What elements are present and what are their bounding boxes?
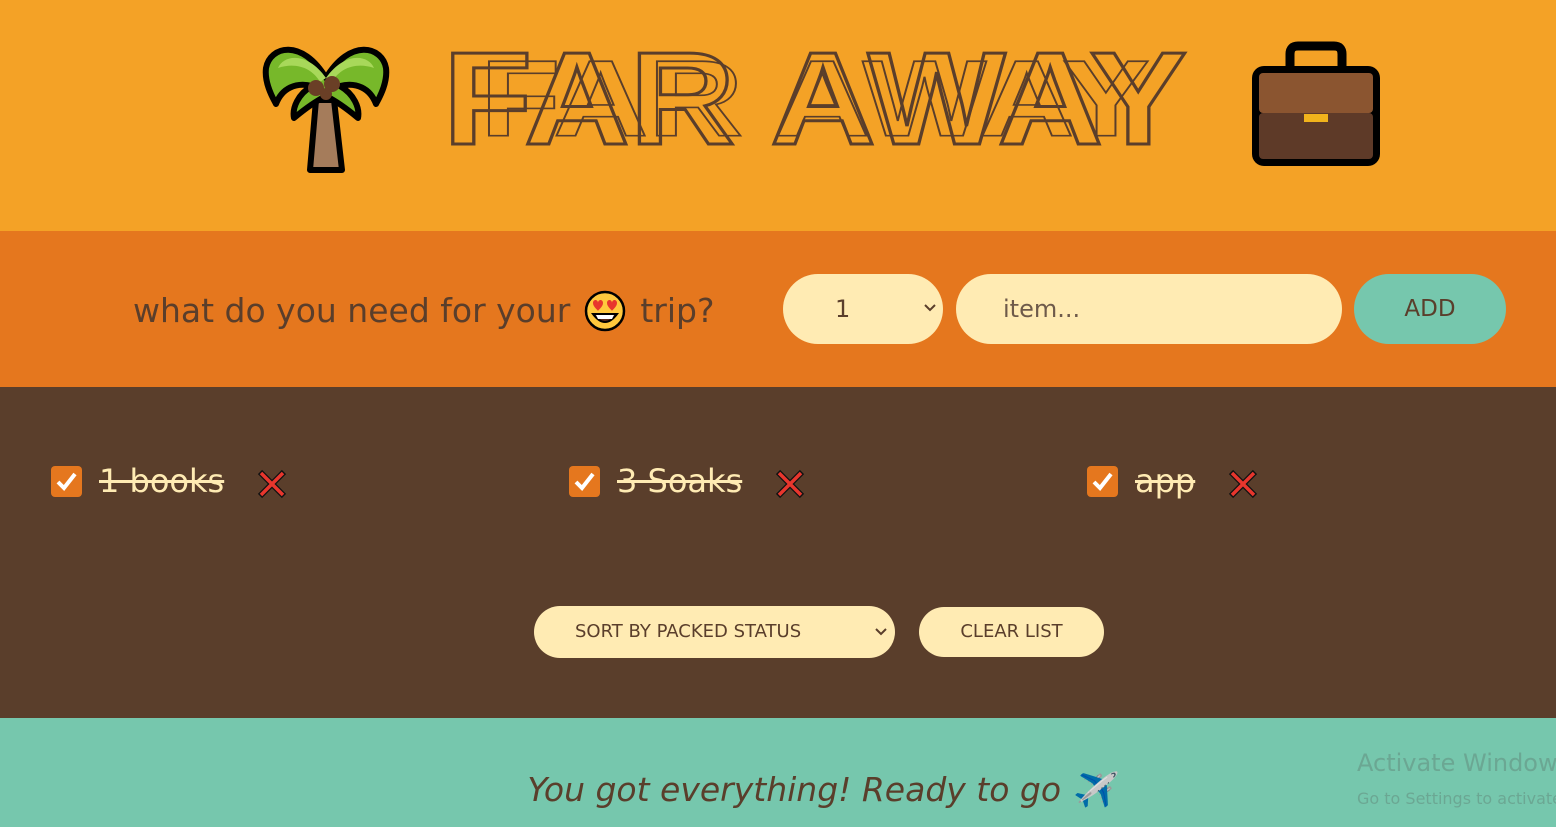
stats-footer: You got everything! Ready to go ✈️: [0, 718, 1556, 827]
packed-checkbox[interactable]: [1087, 465, 1118, 497]
clear-list-button[interactable]: CLEAR LIST: [919, 607, 1104, 657]
packed-checkbox[interactable]: [51, 465, 82, 497]
palm-tree-icon: [262, 46, 390, 173]
watermark-title: Activate Windows: [1357, 749, 1556, 777]
activate-windows-watermark: Activate Windows Go to Settings to activ…: [1357, 748, 1556, 810]
item-label: 1 books: [99, 462, 225, 500]
chevron-down-icon: [875, 628, 887, 636]
add-item-form: what do you need for your trip? 1 item..…: [0, 231, 1556, 387]
quantity-select[interactable]: 1: [783, 274, 943, 344]
checkmark-icon: [1092, 472, 1113, 491]
question-text-end: trip?: [640, 291, 715, 330]
smiling-face-with-heart-eyes-icon: [585, 290, 626, 332]
stats-message: You got everything! Ready to go ✈️: [527, 770, 1113, 809]
packed-checkbox[interactable]: [569, 465, 600, 497]
item-label: app: [1135, 462, 1196, 500]
chevron-down-icon: [924, 304, 936, 312]
quantity-value: 1: [835, 295, 851, 323]
delete-x-icon[interactable]: [774, 468, 806, 500]
list-item: 3 Soaks: [569, 459, 806, 503]
item-label: 3 Soaks: [617, 462, 743, 500]
checkmark-icon: [574, 472, 595, 491]
delete-x-icon[interactable]: [1227, 468, 1259, 500]
checkmark-icon: [56, 472, 77, 491]
item-input-placeholder: item...: [1003, 295, 1081, 323]
sort-select[interactable]: SORT BY PACKED STATUS: [534, 606, 895, 658]
item-input[interactable]: item...: [956, 274, 1342, 344]
list-item: 1 books: [51, 459, 288, 503]
watermark-subtitle: Go to Settings to activate Windows.: [1357, 789, 1556, 808]
svg-text:FAR AWAY: FAR AWAY: [480, 44, 1150, 152]
app-header: FAR AWAY FAR AWAY: [0, 0, 1556, 231]
delete-x-icon[interactable]: [256, 468, 288, 500]
form-question: what do you need for your trip?: [133, 287, 714, 335]
packing-list: 1 books 3 Soaks app SORT BY PACKED STATU…: [0, 387, 1556, 718]
sort-value: SORT BY PACKED STATUS: [575, 621, 802, 642]
briefcase-icon: [1252, 41, 1380, 166]
question-text: what do you need for your: [133, 291, 571, 330]
app-title: FAR AWAY FAR AWAY: [442, 44, 1189, 152]
list-item: app: [1087, 459, 1259, 503]
add-button[interactable]: ADD: [1354, 274, 1506, 344]
